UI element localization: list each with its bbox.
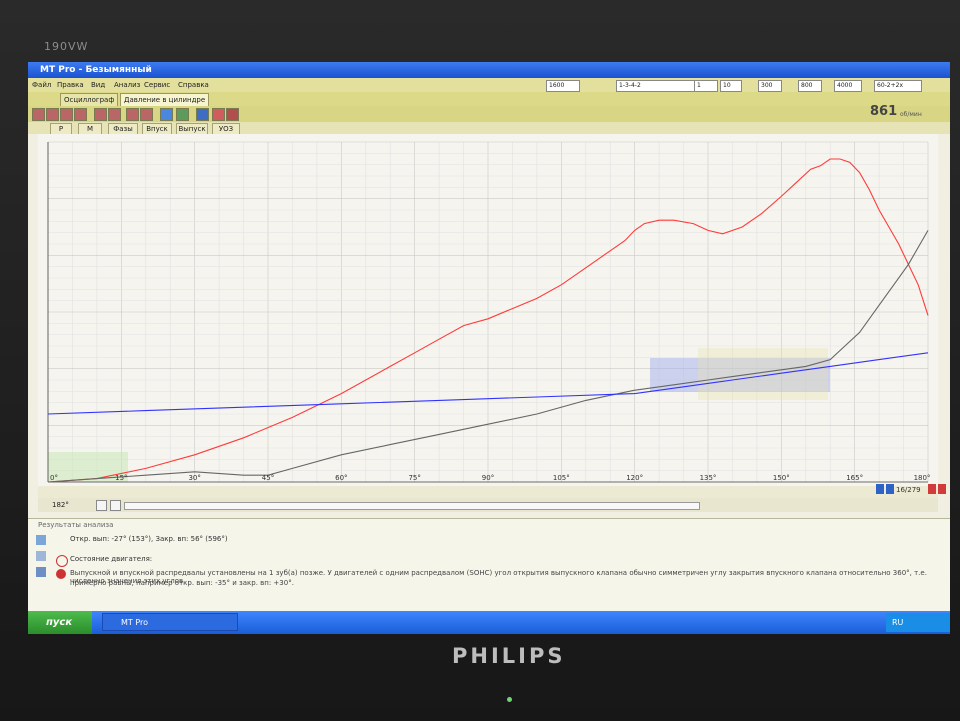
x-tick-label: 0° [50, 474, 58, 482]
results-icon-2[interactable] [36, 551, 46, 561]
x-tick-label: 60° [335, 474, 347, 482]
results-icon-3[interactable] [36, 567, 46, 577]
tab-cylinder-pressure[interactable]: Давление в цилиндре [120, 93, 210, 107]
results-valve-timing: Откр. вып: -27° (153°), Закр. вп: 56° (5… [70, 535, 228, 543]
phase-region-highlight [698, 348, 828, 400]
horizontal-scrollbar[interactable] [124, 502, 700, 510]
menu-edit[interactable]: Правка [57, 81, 84, 89]
engine-status-icon [56, 555, 68, 567]
x-axis-bar [38, 486, 938, 498]
tool-icon-7[interactable] [126, 108, 139, 121]
pressure-chart[interactable]: 0° 15° 30° 45° 60° 75° 90° 105° 120° 135° 150° 165°… [38, 134, 938, 486]
scale-field-2[interactable]: 300 [758, 80, 782, 92]
tool-icon-13[interactable] [226, 108, 239, 121]
x-tick-label: 45° [262, 474, 274, 482]
toolbar [28, 106, 950, 122]
menu-view[interactable]: Вид [91, 81, 105, 89]
x-tick-label: 30° [188, 474, 200, 482]
x-tick-label: 135° [700, 474, 717, 482]
start-button[interactable]: пуск [28, 611, 92, 634]
results-panel: Результаты анализа Откр. вып: -27° (153°… [28, 518, 950, 619]
cylinder-select[interactable]: 1 [694, 80, 718, 92]
results-engine-status: Состояние двигателя: [70, 555, 153, 563]
menu-analysis[interactable]: Анализ [114, 81, 140, 89]
first-frame-button[interactable] [876, 484, 884, 494]
results-header: Результаты анализа [38, 521, 114, 529]
tool-icon-6[interactable] [108, 108, 121, 121]
firing-order-select[interactable]: 1-3-4-2 [616, 80, 696, 92]
x-tick-label: 165° [846, 474, 863, 482]
tool-icon-12[interactable] [212, 108, 225, 121]
x-tick-label: 180° [914, 474, 931, 482]
rpm-field[interactable]: 1600 [546, 80, 580, 92]
scale-field-1[interactable]: 10 [720, 80, 742, 92]
tool-icon-3[interactable] [60, 108, 73, 121]
last-frame-button[interactable] [938, 484, 946, 494]
x-tick-label: 75° [408, 474, 420, 482]
tool-icon-4[interactable] [74, 108, 87, 121]
tool-icon-9[interactable] [160, 108, 173, 121]
mode-select[interactable]: 60-2+2x [874, 80, 922, 92]
menu-bar: Файл Правка Вид Анализ Сервис Справка 16… [28, 78, 950, 92]
x-tick-label: 90° [482, 474, 494, 482]
navigation-bar: 182° [38, 498, 938, 512]
x-tick-label: 120° [626, 474, 643, 482]
tool-icon-1[interactable] [32, 108, 45, 121]
results-warning-example: примерно равны, например откр. вып: -35°… [70, 579, 294, 587]
menu-service[interactable]: Сервис [144, 81, 170, 89]
tool-icon-8[interactable] [140, 108, 153, 121]
window-titlebar[interactable]: MT Pro - Безымянный [28, 62, 950, 78]
menu-help[interactable]: Справка [178, 81, 209, 89]
rpm-unit: об/мин [900, 111, 922, 118]
rpm-value: 861 [870, 104, 898, 119]
tab-oscilloscope[interactable]: Осциллограф [60, 93, 119, 107]
screen: MT Pro - Безымянный Файл Правка Вид Анал… [28, 62, 950, 634]
tabs-bar: Осциллограф Давление в цилиндре [28, 92, 950, 107]
x-tick-label: 15° [115, 474, 127, 482]
language-indicator[interactable]: RU [892, 618, 903, 627]
menu-file[interactable]: Файл [32, 81, 51, 89]
x-tick-label: 105° [553, 474, 570, 482]
window-title: MT Pro - Безымянный [40, 65, 152, 75]
next-frame-button[interactable] [928, 484, 936, 494]
cursor-left-button[interactable] [110, 500, 121, 511]
taskbar-app-button[interactable]: MT Pro [102, 613, 238, 631]
tool-icon-10[interactable] [176, 108, 189, 121]
taskbar: пуск MT Pro RU [28, 611, 950, 634]
prev-frame-button[interactable] [886, 484, 894, 494]
results-icon-1[interactable] [36, 535, 46, 545]
cursor-settings-button[interactable] [96, 500, 107, 511]
tool-icon-5[interactable] [94, 108, 107, 121]
monitor-brand: PHILIPS [452, 644, 566, 668]
system-tray: RU [886, 613, 950, 632]
cursor-angle-value: 182° [52, 501, 69, 509]
warning-icon [56, 569, 66, 579]
tool-icon-2[interactable] [46, 108, 59, 121]
power-led [507, 697, 512, 702]
scale-field-3[interactable]: 800 [798, 80, 822, 92]
scale-field-4[interactable]: 4000 [834, 80, 862, 92]
x-tick-label: 150° [773, 474, 790, 482]
monitor-model: 190VW [44, 40, 89, 53]
subtabs-bar: P M Фазы Впуск Выпуск УОЗ [28, 122, 950, 135]
tool-icon-11[interactable] [196, 108, 209, 121]
